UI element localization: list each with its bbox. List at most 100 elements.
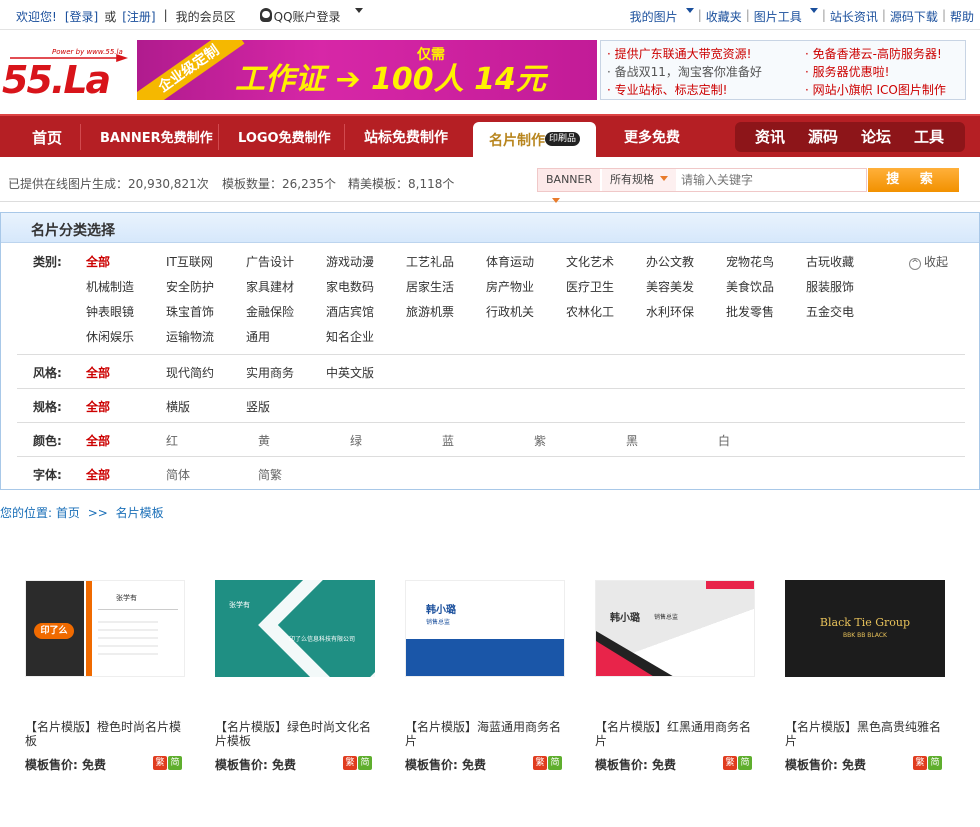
news-link[interactable]: · 备战双11，淘宝客你准备好	[607, 63, 762, 81]
filter-option[interactable]: 钟表眼镜	[86, 303, 134, 320]
filter-option-all[interactable]: 全部	[86, 364, 110, 381]
news-link[interactable]: · 专业站标、标志定制!	[607, 81, 762, 99]
filter-option[interactable]: 体育运动	[486, 253, 534, 270]
filter-option[interactable]: 五金交电	[806, 303, 854, 320]
filter-option[interactable]: 美容美发	[646, 278, 694, 295]
nav-home[interactable]: 首页	[32, 116, 62, 159]
filter-option[interactable]: 服装服饰	[806, 278, 854, 295]
filter-option[interactable]: 紫	[534, 432, 546, 449]
news-link[interactable]: · 提供广东联通大带宽资源!	[607, 45, 762, 63]
nav-news[interactable]: 资讯	[755, 122, 785, 152]
filter-option[interactable]: 办公文教	[646, 253, 694, 270]
nav-tools[interactable]: 工具	[914, 122, 944, 152]
type-select[interactable]: BANNER	[538, 169, 600, 203]
news-link[interactable]: · 免备香港云-高防服务器!	[805, 45, 946, 63]
filter-option[interactable]: 黑	[626, 432, 638, 449]
filter-option[interactable]: 红	[166, 432, 178, 449]
image-tools-link[interactable]: 图片工具	[754, 8, 802, 25]
filter-option[interactable]: 现代简约	[166, 364, 214, 381]
filter-option[interactable]: 休闲娱乐	[86, 328, 134, 345]
nav-forum[interactable]: 论坛	[861, 122, 891, 152]
filter-option[interactable]: 游戏动漫	[326, 253, 374, 270]
chevron-down-icon[interactable]	[685, 8, 694, 13]
site-logo[interactable]: Power by www.55.la 55.La	[0, 42, 135, 102]
filter-option[interactable]: 通用	[246, 328, 270, 345]
help-link[interactable]: 帮助	[950, 8, 974, 25]
filter-option[interactable]: 绿	[350, 432, 362, 449]
filter-option-all[interactable]: 全部	[86, 432, 110, 449]
card-title[interactable]: 【名片模版】黑色高贵纯雅名片	[785, 720, 947, 748]
filter-option[interactable]: 批发零售	[726, 303, 774, 320]
card-title[interactable]: 【名片模版】海蓝通用商务名片	[405, 720, 567, 748]
filter-option[interactable]: 实用商务	[246, 364, 294, 381]
filter-option[interactable]: 家电数码	[326, 278, 374, 295]
filter-option[interactable]: 居家生活	[406, 278, 454, 295]
nav-banner[interactable]: BANNER免费制作	[100, 116, 213, 159]
search-button[interactable]: 搜 索	[868, 168, 959, 192]
filter-option[interactable]: 中英文版	[326, 364, 374, 381]
nav-business-card[interactable]: 名片制作 印刷品	[473, 122, 597, 159]
filter-option-all[interactable]: 全部	[86, 466, 110, 483]
filter-option[interactable]: 农林化工	[566, 303, 614, 320]
filter-option[interactable]: 医疗卫生	[566, 278, 614, 295]
filter-option[interactable]: 知名企业	[326, 328, 374, 345]
search-input[interactable]	[678, 169, 866, 191]
filter-option[interactable]: 蓝	[442, 432, 454, 449]
promo-banner[interactable]: 企业级定制 仅需 工作证 ➔ 100人 14元	[137, 40, 597, 100]
filter-option[interactable]: 运输物流	[166, 328, 214, 345]
source-download-link[interactable]: 源码下载	[890, 8, 938, 25]
nav-favicon[interactable]: 站标免费制作	[364, 116, 448, 159]
card-title[interactable]: 【名片模版】绿色时尚文化名片模板	[215, 720, 377, 748]
register-link[interactable]: [注册]	[122, 8, 155, 25]
qq-login-link[interactable]: QQ账户登录	[274, 8, 341, 25]
filter-option[interactable]: 白	[718, 432, 730, 449]
filter-option[interactable]: 房产物业	[486, 278, 534, 295]
card-thumbnail[interactable]: 韩小璐 销售总监	[405, 580, 565, 677]
filter-option[interactable]: 简繁	[258, 466, 282, 483]
card-thumbnail[interactable]: 韩小璐 销售总监	[595, 580, 755, 677]
filter-option[interactable]: 文化艺术	[566, 253, 614, 270]
card-title[interactable]: 【名片模版】橙色时尚名片模板	[25, 720, 187, 748]
card-title[interactable]: 【名片模版】红黑通用商务名片	[595, 720, 757, 748]
filter-option[interactable]: 美食饮品	[726, 278, 774, 295]
filter-option[interactable]: 酒店宾馆	[326, 303, 374, 320]
filter-option[interactable]: 安全防护	[166, 278, 214, 295]
filter-option[interactable]: 工艺礼品	[406, 253, 454, 270]
nav-more-free[interactable]: 更多免费	[624, 116, 680, 159]
filter-option[interactable]: 黄	[258, 432, 270, 449]
breadcrumb-current[interactable]: 名片模板	[116, 506, 164, 520]
chevron-down-icon[interactable]	[354, 8, 363, 13]
news-link[interactable]: · 服务器优惠啦!	[805, 63, 946, 81]
filter-option[interactable]: IT互联网	[166, 253, 213, 270]
my-images-link[interactable]: 我的图片	[630, 8, 678, 25]
collapse-button[interactable]: ^ 收起	[909, 253, 948, 270]
filter-option[interactable]: 机械制造	[86, 278, 134, 295]
filter-option[interactable]: 水利环保	[646, 303, 694, 320]
filter-option[interactable]: 行政机关	[486, 303, 534, 320]
chevron-down-icon[interactable]	[809, 8, 818, 13]
filter-option-all[interactable]: 全部	[86, 253, 110, 270]
news-link[interactable]: · 网站小旗帜 ICO图片制作	[805, 81, 946, 99]
breadcrumb-home[interactable]: 首页	[56, 506, 80, 520]
nav-logo[interactable]: LOGO免费制作	[238, 116, 331, 159]
member-area-link[interactable]: 我的会员区	[176, 8, 236, 25]
filter-option[interactable]: 简体	[166, 466, 190, 483]
filter-option[interactable]: 旅游机票	[406, 303, 454, 320]
nav-source[interactable]: 源码	[808, 122, 838, 152]
filter-option[interactable]: 竖版	[246, 398, 270, 415]
webmaster-news-link[interactable]: 站长资讯	[830, 8, 878, 25]
favorites-link[interactable]: 收藏夹	[706, 8, 742, 25]
filter-option[interactable]: 金融保险	[246, 303, 294, 320]
login-link[interactable]: [登录]	[65, 8, 98, 25]
filter-option-all[interactable]: 全部	[86, 398, 110, 415]
filter-option[interactable]: 古玩收藏	[806, 253, 854, 270]
card-thumbnail[interactable]: 印了么 张学有	[25, 580, 185, 677]
filter-option[interactable]: 横版	[166, 398, 190, 415]
spec-select[interactable]: 所有规格	[602, 169, 676, 191]
filter-option[interactable]: 广告设计	[246, 253, 294, 270]
card-thumbnail[interactable]: 张学有 印了么信息科技有限公司	[215, 580, 375, 677]
filter-option[interactable]: 家具建材	[246, 278, 294, 295]
filter-option[interactable]: 珠宝首饰	[166, 303, 214, 320]
filter-option[interactable]: 宠物花鸟	[726, 253, 774, 270]
card-thumbnail[interactable]: Black Tie Group BBK BB BLACK	[785, 580, 945, 677]
